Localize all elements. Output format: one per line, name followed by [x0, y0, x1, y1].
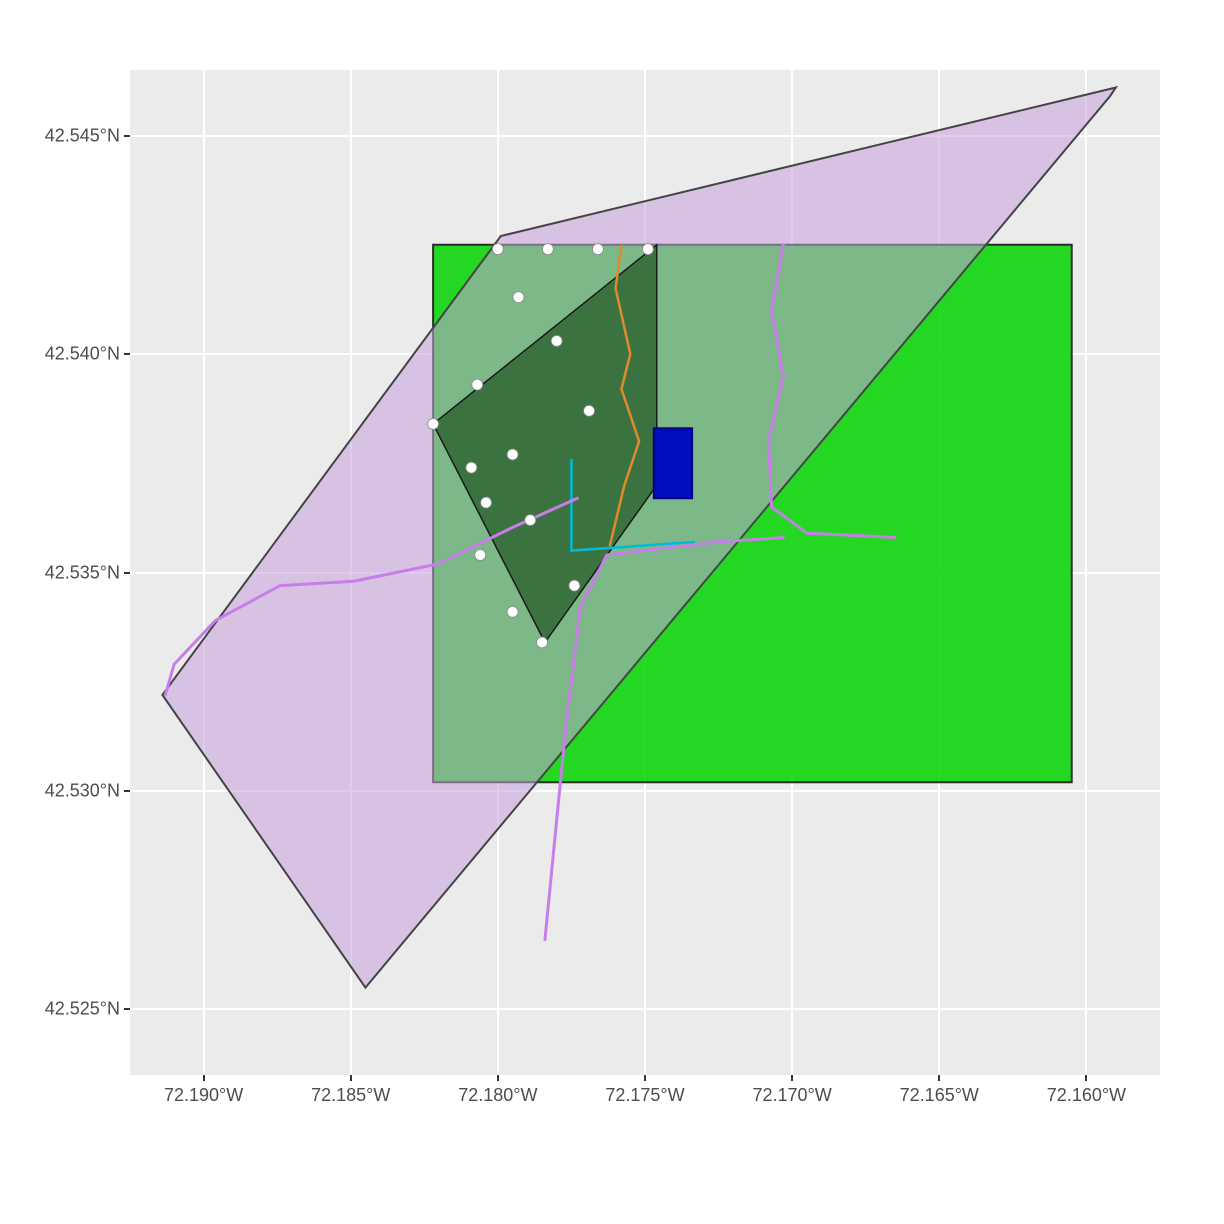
white-point-marker	[537, 637, 548, 648]
x-tick-label: 72.180°W	[458, 1085, 537, 1106]
map-layers	[0, 0, 1224, 1224]
white-point-marker	[642, 244, 653, 255]
x-tick-label: 72.165°W	[900, 1085, 979, 1106]
y-tick-label: 42.545°N	[40, 125, 120, 146]
x-tick-mark	[938, 1075, 940, 1081]
y-tick-label: 42.530°N	[40, 780, 120, 801]
x-tick-label: 72.160°W	[1047, 1085, 1126, 1106]
white-point-marker	[475, 550, 486, 561]
white-point-marker	[569, 580, 580, 591]
x-tick-label: 72.170°W	[753, 1085, 832, 1106]
x-tick-mark	[497, 1075, 499, 1081]
x-tick-mark	[203, 1075, 205, 1081]
white-point-marker	[481, 497, 492, 508]
white-point-marker	[551, 335, 562, 346]
y-tick-mark	[124, 135, 130, 137]
white-point-marker	[584, 405, 595, 416]
x-tick-mark	[791, 1075, 793, 1081]
y-tick-label: 42.525°N	[40, 999, 120, 1020]
y-tick-label: 42.535°N	[40, 562, 120, 583]
figure: 72.190°W 72.185°W 72.180°W 72.175°W 72.170°W…	[0, 0, 1224, 1224]
white-point-marker	[507, 606, 518, 617]
white-point-marker	[428, 418, 439, 429]
x-tick-mark	[644, 1075, 646, 1081]
x-tick-mark	[1085, 1075, 1087, 1081]
y-tick-mark	[124, 1008, 130, 1010]
x-tick-label: 72.185°W	[311, 1085, 390, 1106]
blue-square-marker	[654, 428, 692, 498]
white-point-marker	[492, 244, 503, 255]
x-tick-label: 72.175°W	[605, 1085, 684, 1106]
white-point-marker	[472, 379, 483, 390]
white-point-marker	[466, 462, 477, 473]
y-tick-mark	[124, 572, 130, 574]
y-tick-mark	[124, 353, 130, 355]
white-point-marker	[592, 244, 603, 255]
white-point-marker	[513, 292, 524, 303]
y-tick-label: 42.540°N	[40, 344, 120, 365]
x-tick-mark	[350, 1075, 352, 1081]
white-point-marker	[507, 449, 518, 460]
white-point-marker	[525, 515, 536, 526]
white-point-marker	[542, 244, 553, 255]
x-tick-label: 72.190°W	[164, 1085, 243, 1106]
y-tick-mark	[124, 790, 130, 792]
